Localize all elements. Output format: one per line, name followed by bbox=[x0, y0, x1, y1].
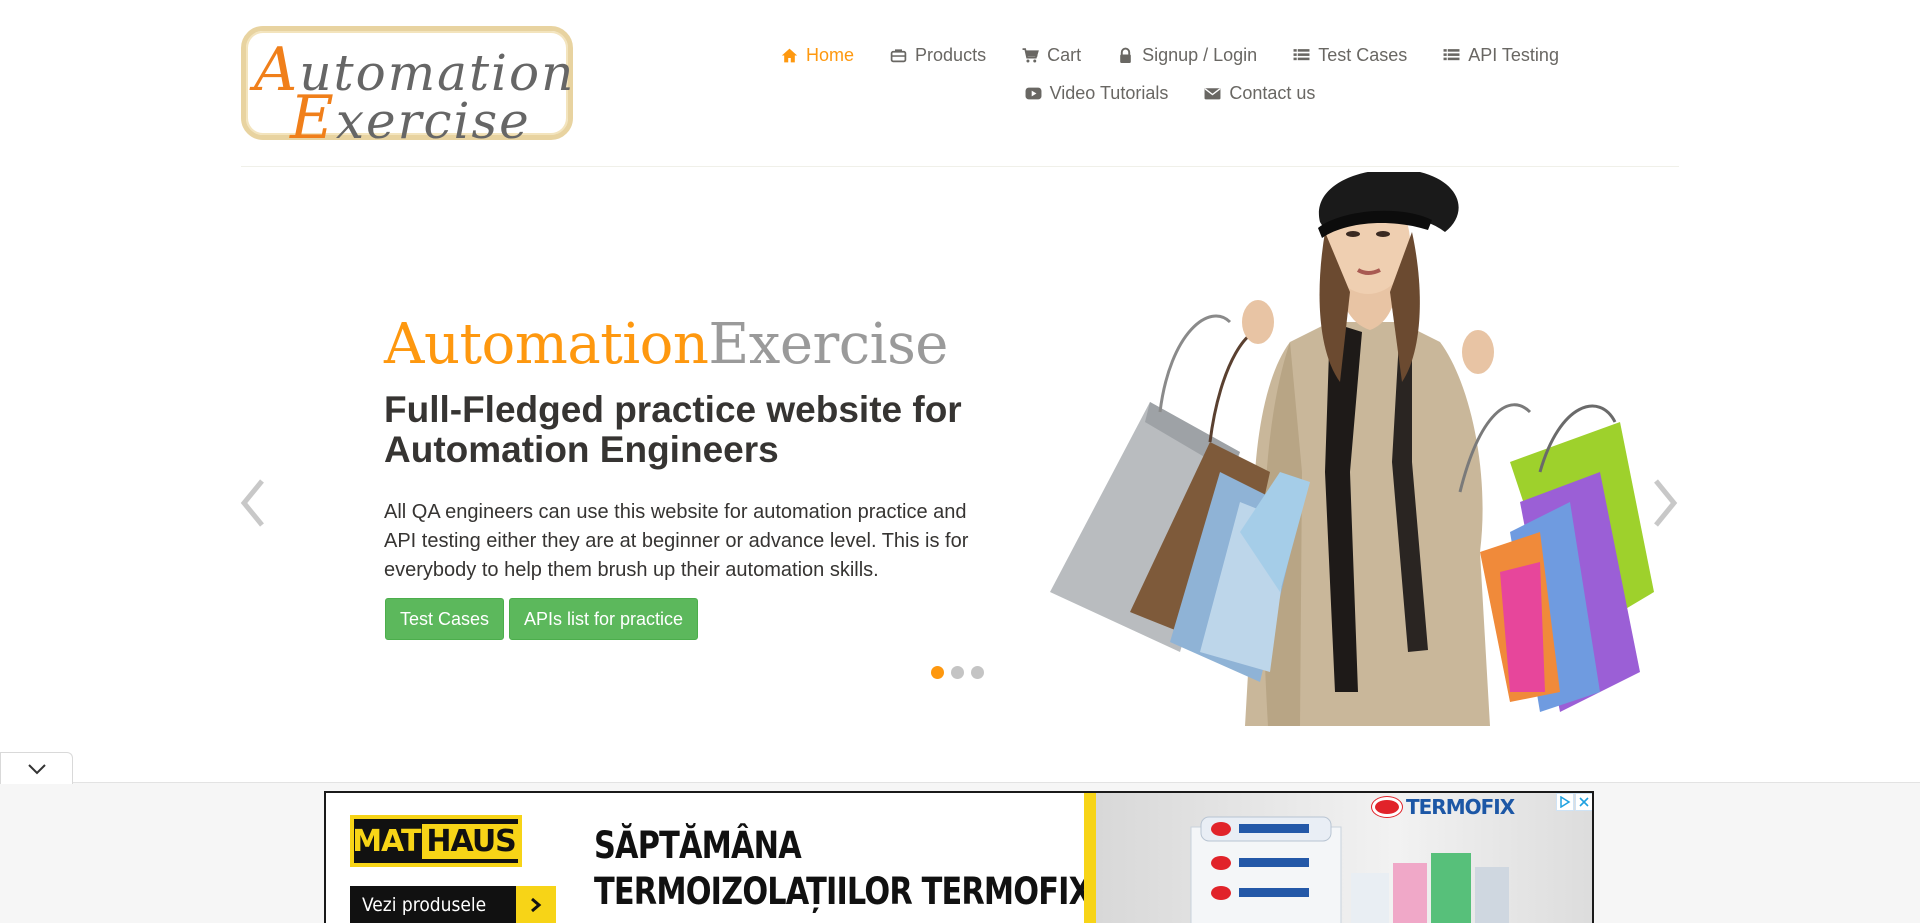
youtube-play-icon bbox=[1025, 87, 1042, 99]
main-nav: Home Products Cart Signup / Login Test C… bbox=[740, 36, 1600, 112]
chevron-left-icon bbox=[240, 479, 264, 527]
close-icon bbox=[1579, 797, 1589, 807]
nav-item-video-tutorials[interactable]: Video Tutorials bbox=[1007, 83, 1187, 104]
adchoices-icon bbox=[1560, 796, 1571, 808]
nav-label-products: Products bbox=[915, 44, 987, 65]
ad-product-bags-image bbox=[1190, 816, 1509, 923]
nav-label-contact-us: Contact us bbox=[1229, 82, 1316, 103]
ad-collapse-toggle[interactable] bbox=[0, 752, 73, 784]
nav-label-home: Home bbox=[806, 44, 855, 65]
logo-line-2: Exercise bbox=[290, 83, 531, 153]
hero-shopping-woman-image bbox=[1050, 172, 1654, 726]
list-icon bbox=[1443, 48, 1460, 60]
nav-row-2: Video Tutorials Contact us bbox=[740, 74, 1600, 112]
ad-yellow-divider bbox=[1084, 793, 1096, 923]
slider-brand-title: AutomationExercise bbox=[384, 312, 948, 377]
ad-headline: SĂPTĂMÂNA TERMOIZOLAȚIILOR TERMOFIX bbox=[594, 823, 1092, 915]
chevron-right-icon bbox=[1654, 479, 1678, 527]
mathaus-logo-part-2: HAUS bbox=[422, 823, 520, 859]
nav-row-1: Home Products Cart Signup / Login Test C… bbox=[740, 36, 1600, 74]
slider-description: All QA engineers can use this website fo… bbox=[384, 501, 969, 581]
brand-title-part-1: Automation bbox=[384, 312, 709, 377]
advertisement-banner[interactable]: MAT HAUS Vezi produsele SĂPTĂMÂNA TERMOIZ… bbox=[324, 791, 1594, 923]
brand-title-part-2: Exercise bbox=[708, 312, 948, 377]
home-icon bbox=[781, 48, 798, 62]
header-divider bbox=[241, 166, 1679, 167]
slider-prev-button[interactable] bbox=[238, 475, 268, 531]
ad-cta-button[interactable]: Vezi produsele bbox=[350, 886, 556, 923]
slide-indicator-3[interactable] bbox=[971, 666, 984, 679]
slide-indicator-1[interactable] bbox=[931, 666, 944, 679]
nav-item-cart[interactable]: Cart bbox=[1004, 45, 1099, 66]
nav-item-signup-login[interactable]: Signup / Login bbox=[1099, 45, 1275, 66]
ad-info-button[interactable] bbox=[1556, 793, 1574, 811]
ad-headline-line-2: TERMOIZOLAȚIILOR TERMOFIX bbox=[594, 870, 1092, 913]
ad-headline-line-1: SĂPTĂMÂNA bbox=[594, 824, 802, 867]
briefcase-icon bbox=[890, 48, 907, 62]
nav-item-test-cases[interactable]: Test Cases bbox=[1275, 45, 1425, 66]
test-cases-button[interactable]: Test Cases bbox=[385, 598, 504, 640]
nav-item-home[interactable]: Home bbox=[763, 45, 872, 66]
chevron-down-icon bbox=[27, 763, 46, 774]
nav-label-test-cases: Test Cases bbox=[1318, 44, 1408, 65]
ad-cta-label: Vezi produsele bbox=[362, 894, 487, 916]
mathaus-logo: MAT HAUS bbox=[350, 815, 522, 867]
slider-indicators bbox=[931, 666, 984, 679]
nav-item-contact-us[interactable]: Contact us bbox=[1186, 83, 1333, 104]
list-icon bbox=[1293, 48, 1310, 60]
chevron-right-icon bbox=[516, 886, 556, 923]
nav-label-cart: Cart bbox=[1047, 44, 1082, 65]
nav-label-video-tutorials: Video Tutorials bbox=[1049, 82, 1169, 103]
nav-label-api-testing: API Testing bbox=[1468, 44, 1559, 65]
slide-indicator-2[interactable] bbox=[951, 666, 964, 679]
mathaus-logo-part-1: MAT bbox=[352, 823, 421, 859]
nav-item-products[interactable]: Products bbox=[872, 45, 1004, 66]
nav-label-signup-login: Signup / Login bbox=[1142, 44, 1258, 65]
slider-headline: Full-Fledged practice website for Automa… bbox=[384, 389, 962, 470]
site-logo[interactable]: Automation Exercise bbox=[241, 26, 573, 153]
slider-next-button[interactable] bbox=[1650, 475, 1680, 531]
lock-icon bbox=[1120, 47, 1131, 63]
ad-close-button[interactable] bbox=[1575, 793, 1592, 811]
nav-item-api-testing[interactable]: API Testing bbox=[1425, 45, 1577, 66]
cart-icon bbox=[1022, 47, 1039, 63]
ad-left-panel: MAT HAUS Vezi produsele SĂPTĂMÂNA TERMOIZ… bbox=[326, 793, 1092, 923]
apis-list-button[interactable]: APIs list for practice bbox=[509, 598, 698, 640]
envelope-icon bbox=[1204, 87, 1221, 99]
